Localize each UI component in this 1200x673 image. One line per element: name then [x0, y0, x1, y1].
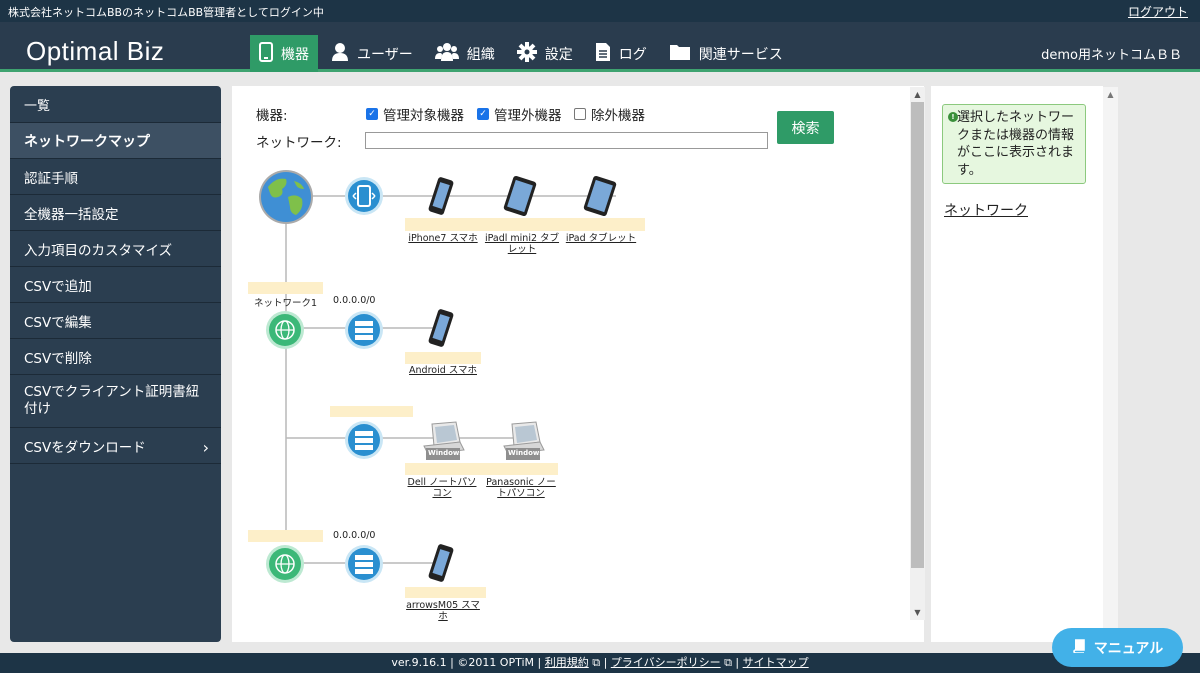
hub-device-icon[interactable]: [344, 176, 384, 220]
info-message: 選択したネットワークまたは機器の情報がここに表示されます。: [957, 110, 1075, 178]
device-label[interactable]: Dell ノートパソコン: [404, 477, 480, 499]
tablet-icon[interactable]: [502, 175, 540, 223]
tablet-icon[interactable]: [582, 175, 620, 223]
network-highlight: [248, 282, 323, 294]
footer: ver.9.16.1 | ©2011 OPTiM | 利用規約 ⧉ | プライバ…: [0, 653, 1200, 673]
windows-laptop-icon[interactable]: Windows: [420, 420, 466, 466]
network-highlight: [330, 406, 413, 417]
scroll-up-icon[interactable]: ▲: [1103, 87, 1118, 102]
smartphone-icon[interactable]: [426, 176, 458, 222]
version-text: ver.9.16.1 | ©2011 OPTiM |: [391, 656, 545, 669]
network-link[interactable]: ネットワーク: [944, 200, 1028, 220]
internet-globe-icon[interactable]: [258, 169, 314, 229]
manual-button[interactable]: マニュアル: [1052, 628, 1183, 667]
network-node-icon[interactable]: [265, 544, 305, 588]
network-name-label[interactable]: ネットワーク1: [254, 295, 317, 309]
info-message-box: ! 選択したネットワークまたは機器の情報がここに表示されます。: [942, 104, 1086, 184]
scroll-up-icon[interactable]: ▲: [910, 87, 925, 102]
laptop-os-badge: Windows: [508, 449, 544, 457]
book-icon: [1072, 638, 1086, 657]
external-link-icon: ⧉ |: [720, 656, 743, 669]
smartphone-icon[interactable]: [426, 308, 458, 354]
device-label[interactable]: iPad タブレット: [562, 233, 640, 244]
server-icon[interactable]: [344, 544, 384, 588]
sitemap-link[interactable]: サイトマップ: [743, 656, 809, 669]
device-label[interactable]: arrowsM05 スマホ: [404, 600, 482, 622]
map-scrollbar[interactable]: ▲ ▼: [910, 87, 925, 620]
device-label[interactable]: Panasonic ノートパソコン: [482, 477, 560, 499]
device-label[interactable]: Android スマホ: [404, 365, 482, 376]
device-label[interactable]: iPhone7 スマホ: [404, 233, 482, 244]
server-icon[interactable]: [344, 310, 384, 354]
detail-scrollbar[interactable]: ▲: [1103, 87, 1118, 642]
server-icon[interactable]: [344, 420, 384, 464]
network-address-label: 0.0.0.0/0: [333, 295, 376, 306]
scrollbar-thumb[interactable]: [911, 102, 924, 568]
laptop-os-badge: Windows: [428, 449, 464, 457]
privacy-link[interactable]: プライバシーポリシー: [611, 656, 721, 669]
network-highlight: [248, 530, 323, 542]
windows-laptop-icon[interactable]: Windows: [500, 420, 546, 466]
network-address-label: 0.0.0.0/0: [333, 530, 376, 541]
manual-button-label: マニュアル: [1093, 640, 1164, 657]
device-label[interactable]: iPadl mini2 タブレット: [482, 233, 562, 255]
info-icon: !: [948, 112, 958, 122]
smartphone-icon[interactable]: [426, 543, 458, 589]
external-link-icon: ⧉ |: [588, 656, 611, 669]
network-node-icon[interactable]: [265, 310, 305, 354]
scroll-down-icon[interactable]: ▼: [910, 605, 925, 620]
terms-link[interactable]: 利用規約: [545, 656, 589, 669]
